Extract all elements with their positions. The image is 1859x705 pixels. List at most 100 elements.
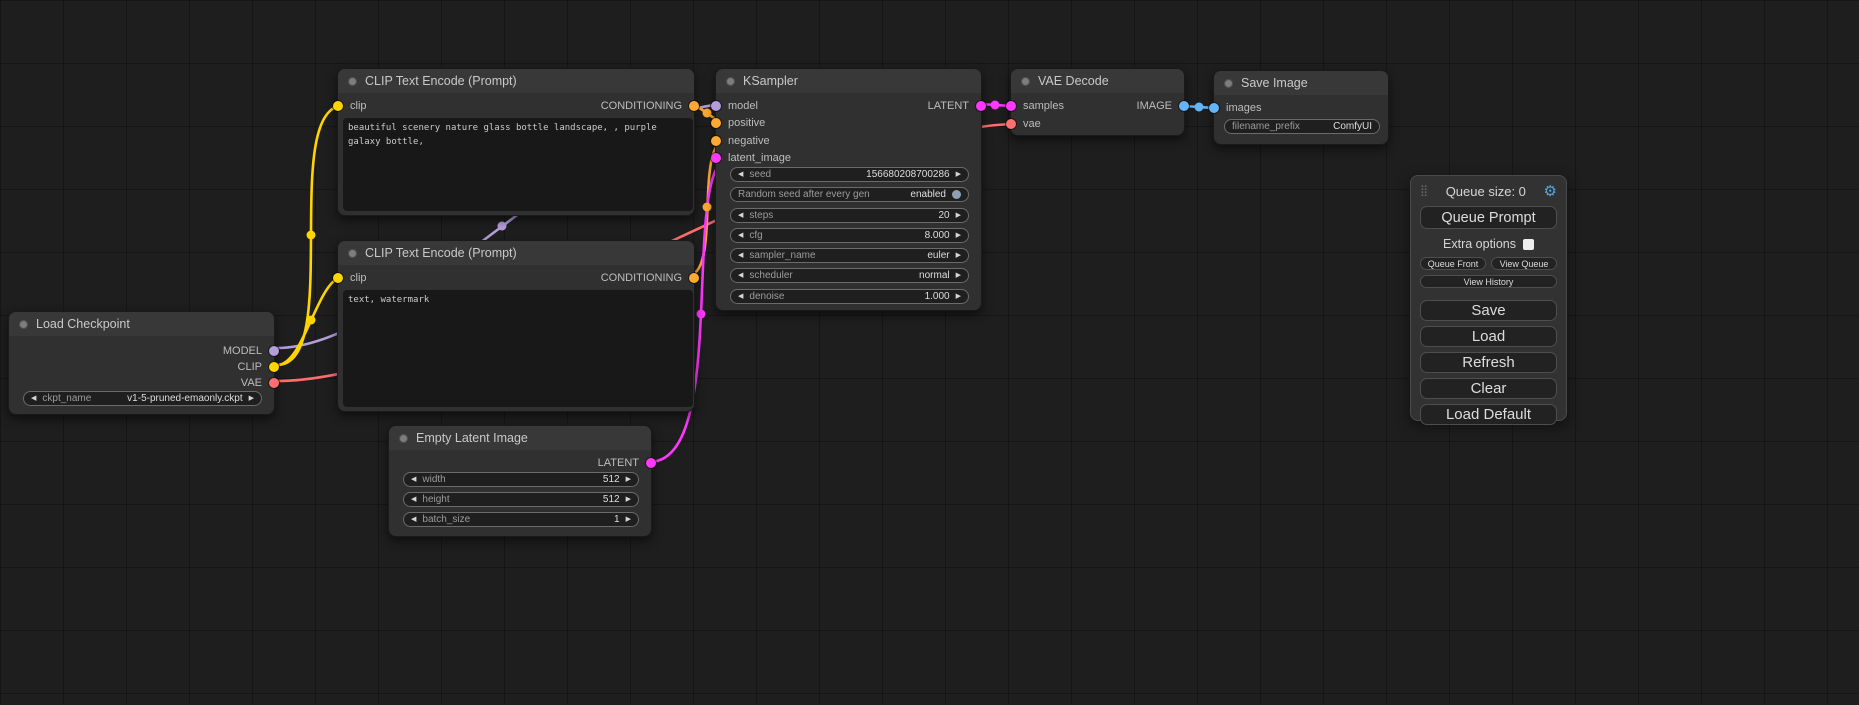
node-title-bar[interactable]: CLIP Text Encode (Prompt) (338, 241, 694, 265)
node-save-image[interactable]: Save Image images filename_prefix ComfyU… (1213, 70, 1389, 145)
widget-batch-size[interactable]: ◀ batch_size 1 ▶ (403, 512, 639, 527)
output-slot-latent[interactable]: LATENT (928, 100, 986, 112)
collapse-dot-icon[interactable] (1224, 79, 1233, 88)
input-dot-negative-icon[interactable] (711, 136, 721, 146)
arrow-left-icon[interactable]: ◀ (738, 232, 743, 239)
node-ksampler[interactable]: KSampler model LATENT positive negative … (715, 68, 982, 311)
input-slot-clip[interactable]: clip (333, 272, 367, 284)
input-slot-samples[interactable]: samples (1006, 100, 1064, 112)
arrow-right-icon[interactable]: ▶ (956, 272, 961, 279)
prompt-textarea[interactable]: text, watermark (343, 290, 693, 407)
output-dot-conditioning-icon[interactable] (689, 101, 699, 111)
refresh-button[interactable]: Refresh (1420, 352, 1557, 373)
comfyui-canvas[interactable]: { "link_colors": { "model": "#B39DDB", "… (0, 0, 1859, 705)
settings-gear-icon[interactable]: ⚙ (1544, 184, 1557, 199)
arrow-right-icon[interactable]: ▶ (956, 232, 961, 239)
arrow-right-icon[interactable]: ▶ (956, 171, 961, 178)
widget-ckpt-name[interactable]: ◀ ckpt_name v1-5-pruned-emaonly.ckpt ▶ (23, 391, 262, 406)
output-dot-image-icon[interactable] (1179, 101, 1189, 111)
output-dot-latent-icon[interactable] (646, 458, 656, 468)
arrow-right-icon[interactable]: ▶ (956, 293, 961, 300)
arrow-left-icon[interactable]: ◀ (738, 272, 743, 279)
arrow-left-icon[interactable]: ◀ (411, 476, 416, 483)
view-queue-button[interactable]: View Queue (1491, 257, 1557, 270)
widget-filename-prefix[interactable]: filename_prefix ComfyUI (1224, 119, 1380, 134)
input-slot-negative[interactable]: negative (711, 135, 770, 147)
arrow-right-icon[interactable]: ▶ (956, 252, 961, 259)
node-clip-text-encode-negative[interactable]: CLIP Text Encode (Prompt) clip CONDITION… (337, 240, 695, 412)
output-slot-clip[interactable]: CLIP (238, 361, 279, 373)
node-title-bar[interactable]: CLIP Text Encode (Prompt) (338, 69, 694, 93)
input-slot-clip[interactable]: clip (333, 100, 367, 112)
collapse-dot-icon[interactable] (726, 77, 735, 86)
output-dot-vae-icon[interactable] (269, 378, 279, 388)
output-slot-conditioning[interactable]: CONDITIONING (601, 272, 699, 284)
input-dot-clip-icon[interactable] (333, 101, 343, 111)
arrow-right-icon[interactable]: ▶ (249, 395, 254, 402)
widget-cfg[interactable]: ◀ cfg 8.000 ▶ (730, 228, 969, 243)
input-dot-vae-icon[interactable] (1006, 119, 1016, 129)
arrow-right-icon[interactable]: ▶ (626, 476, 631, 483)
collapse-dot-icon[interactable] (19, 320, 28, 329)
arrow-left-icon[interactable]: ◀ (738, 293, 743, 300)
queue-menu-panel[interactable]: ⣿ Queue size: 0 ⚙ Queue Prompt Extra opt… (1410, 175, 1567, 421)
output-dot-latent-icon[interactable] (976, 101, 986, 111)
input-dot-samples-icon[interactable] (1006, 101, 1016, 111)
arrow-left-icon[interactable]: ◀ (411, 516, 416, 523)
input-slot-vae[interactable]: vae (1006, 118, 1041, 130)
collapse-dot-icon[interactable] (348, 249, 357, 258)
arrow-left-icon[interactable]: ◀ (31, 395, 36, 402)
input-dot-images-icon[interactable] (1209, 103, 1219, 113)
input-dot-latent-image-icon[interactable] (711, 153, 721, 163)
collapse-dot-icon[interactable] (399, 434, 408, 443)
output-slot-conditioning[interactable]: CONDITIONING (601, 100, 699, 112)
toggle-dot-icon[interactable] (952, 190, 961, 199)
load-button[interactable]: Load (1420, 326, 1557, 347)
prompt-textarea[interactable]: beautiful scenery nature glass bottle la… (343, 118, 693, 211)
arrow-left-icon[interactable]: ◀ (738, 212, 743, 219)
widget-denoise[interactable]: ◀ denoise 1.000 ▶ (730, 289, 969, 304)
output-dot-clip-icon[interactable] (269, 362, 279, 372)
queue-prompt-button[interactable]: Queue Prompt (1420, 206, 1557, 229)
widget-steps[interactable]: ◀ steps 20 ▶ (730, 208, 969, 223)
widget-scheduler[interactable]: ◀ scheduler normal ▶ (730, 268, 969, 283)
output-dot-conditioning-icon[interactable] (689, 273, 699, 283)
input-dot-model-icon[interactable] (711, 101, 721, 111)
arrow-right-icon[interactable]: ▶ (626, 516, 631, 523)
output-dot-model-icon[interactable] (269, 346, 279, 356)
node-load-checkpoint[interactable]: Load Checkpoint MODEL CLIP VAE ◀ ckpt_na… (8, 311, 275, 415)
output-slot-model[interactable]: MODEL (223, 345, 279, 357)
node-title-bar[interactable]: KSampler (716, 69, 981, 93)
widget-seed[interactable]: ◀ seed 156680208700286 ▶ (730, 167, 969, 182)
extra-options-checkbox[interactable] (1523, 239, 1534, 250)
input-slot-model[interactable]: model (711, 100, 758, 112)
arrow-left-icon[interactable]: ◀ (738, 252, 743, 259)
collapse-dot-icon[interactable] (348, 77, 357, 86)
input-slot-latent-image[interactable]: latent_image (711, 152, 791, 164)
node-title-bar[interactable]: Empty Latent Image (389, 426, 651, 450)
clear-button[interactable]: Clear (1420, 378, 1557, 399)
output-slot-latent[interactable]: LATENT (598, 457, 656, 469)
arrow-left-icon[interactable]: ◀ (411, 496, 416, 503)
arrow-right-icon[interactable]: ▶ (956, 212, 961, 219)
queue-front-button[interactable]: Queue Front (1420, 257, 1486, 270)
node-title-bar[interactable]: Save Image (1214, 71, 1388, 95)
view-history-button[interactable]: View History (1420, 275, 1557, 288)
arrow-right-icon[interactable]: ▶ (626, 496, 631, 503)
collapse-dot-icon[interactable] (1021, 77, 1030, 86)
input-dot-clip-icon[interactable] (333, 273, 343, 283)
widget-height[interactable]: ◀ height 512 ▶ (403, 492, 639, 507)
output-slot-vae[interactable]: VAE (241, 377, 279, 389)
node-empty-latent-image[interactable]: Empty Latent Image LATENT ◀ width 512 ▶ … (388, 425, 652, 537)
node-title-bar[interactable]: Load Checkpoint (9, 312, 274, 336)
widget-sampler-name[interactable]: ◀ sampler_name euler ▶ (730, 248, 969, 263)
input-dot-positive-icon[interactable] (711, 118, 721, 128)
input-slot-positive[interactable]: positive (711, 117, 765, 129)
node-vae-decode[interactable]: VAE Decode samples IMAGE vae (1010, 68, 1185, 136)
save-button[interactable]: Save (1420, 300, 1557, 321)
widget-width[interactable]: ◀ width 512 ▶ (403, 472, 639, 487)
load-default-button[interactable]: Load Default (1420, 404, 1557, 425)
output-slot-image[interactable]: IMAGE (1137, 100, 1189, 112)
drag-handle-icon[interactable]: ⣿ (1420, 186, 1428, 197)
input-slot-images[interactable]: images (1209, 102, 1261, 114)
